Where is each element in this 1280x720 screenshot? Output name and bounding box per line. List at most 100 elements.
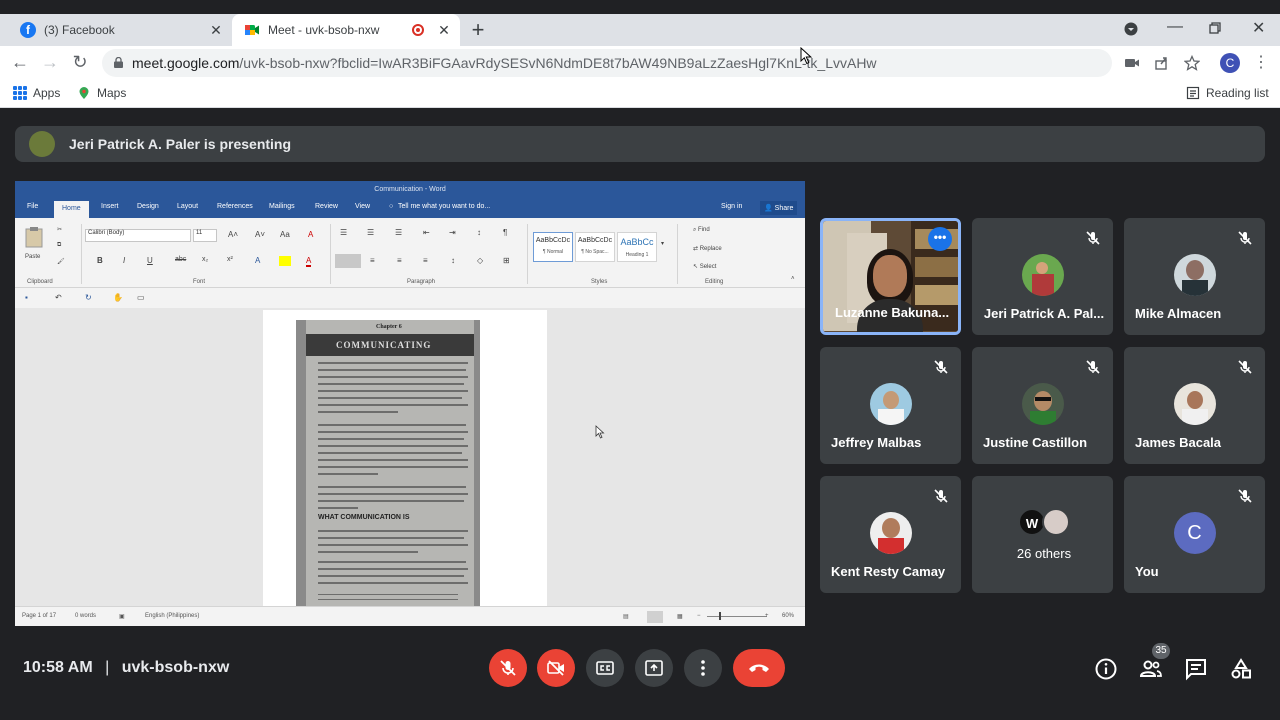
- more-menu-icon[interactable]: ⋮: [1249, 52, 1273, 72]
- close-window-icon[interactable]: ✕: [1252, 18, 1265, 38]
- shrink-font-icon[interactable]: A˅: [255, 230, 265, 239]
- undo-icon[interactable]: ↶: [55, 293, 62, 302]
- cut-icon[interactable]: ✂: [57, 226, 62, 233]
- align-center-icon[interactable]: ≡: [370, 256, 375, 265]
- zoom-out-icon[interactable]: −: [697, 613, 701, 619]
- paste-clipboard-icon[interactable]: [25, 226, 43, 248]
- word-tab-design[interactable]: Design: [137, 203, 159, 210]
- participant-tile-jeffrey[interactable]: Jeffrey Malbas: [820, 347, 961, 464]
- status-page[interactable]: Page 1 of 17: [22, 613, 56, 619]
- clear-format-icon[interactable]: A: [308, 230, 313, 239]
- word-tab-view[interactable]: View: [355, 203, 370, 210]
- grow-font-icon[interactable]: A˄: [228, 230, 238, 239]
- style-heading-1[interactable]: AaBbCc Heading 1: [617, 232, 657, 262]
- word-tab-home[interactable]: Home: [54, 201, 89, 218]
- reload-icon[interactable]: ↻: [68, 52, 92, 73]
- justify-icon[interactable]: ≡: [423, 256, 428, 265]
- bullets-icon[interactable]: ☰: [340, 228, 347, 237]
- minimize-icon[interactable]: —: [1167, 18, 1183, 36]
- restore-icon[interactable]: [1209, 22, 1221, 34]
- reading-list-button[interactable]: Reading list: [1186, 86, 1269, 100]
- replace-button[interactable]: ⇄ Replace: [693, 245, 722, 252]
- word-tab-file[interactable]: File: [27, 203, 38, 210]
- save-icon[interactable]: ▪: [25, 293, 28, 302]
- camera-toggle-button[interactable]: [537, 649, 575, 687]
- word-tell-me[interactable]: Tell me what you want to do...: [398, 203, 490, 210]
- style-no-spacing[interactable]: AaBbCcDc ¶ No Spac...: [575, 232, 615, 262]
- word-tab-mailings[interactable]: Mailings: [269, 203, 295, 210]
- touch-mode-icon[interactable]: ✋: [113, 293, 123, 302]
- more-options-button[interactable]: [684, 649, 722, 687]
- find-button[interactable]: ⌕ Find: [693, 227, 710, 234]
- participant-options-icon[interactable]: •••: [928, 227, 952, 251]
- forward-arrow-icon[interactable]: →: [38, 52, 62, 73]
- zoom-slider[interactable]: [707, 616, 767, 617]
- redo-icon[interactable]: ↻: [85, 293, 92, 302]
- subscript-icon[interactable]: x₂: [202, 256, 208, 263]
- participant-tile-mike[interactable]: Mike Almacen: [1124, 218, 1265, 335]
- multilevel-list-icon[interactable]: ☰: [395, 228, 402, 237]
- word-tell-me-icon[interactable]: ○: [389, 203, 393, 210]
- participant-tile-kent[interactable]: Kent Resty Camay: [820, 476, 961, 593]
- shading-icon[interactable]: ◇: [477, 256, 483, 265]
- align-right-icon[interactable]: ≡: [397, 256, 402, 265]
- word-share-button[interactable]: 👤 Share: [760, 201, 798, 215]
- align-left-icon[interactable]: [335, 254, 361, 268]
- italic-icon[interactable]: I: [123, 256, 125, 265]
- superscript-icon[interactable]: x²: [227, 256, 233, 263]
- read-mode-icon[interactable]: ▤: [623, 613, 629, 620]
- highlight-icon[interactable]: [279, 256, 291, 266]
- participant-tile-luzanne[interactable]: ••• Luzanne Bakuna...: [820, 218, 961, 335]
- style-normal[interactable]: AaBbCcDc ¶ Normal: [533, 232, 573, 262]
- people-icon[interactable]: [1139, 657, 1163, 681]
- customize-qat-icon[interactable]: ▭: [137, 293, 145, 302]
- bold-icon[interactable]: B: [97, 256, 103, 265]
- font-color-icon[interactable]: A: [306, 256, 312, 267]
- print-layout-icon[interactable]: [647, 611, 663, 623]
- line-spacing-icon[interactable]: ↕: [451, 256, 455, 265]
- document-page[interactable]: Chapter 6 COMMUNICATING WHAT COMMUNICATI…: [263, 310, 547, 606]
- word-tab-insert[interactable]: Insert: [101, 203, 119, 210]
- chat-icon[interactable]: [1184, 657, 1208, 681]
- bookmark-star-icon[interactable]: [1184, 55, 1200, 71]
- shared-screen[interactable]: Communication - Word File Home Insert De…: [15, 181, 805, 626]
- underline-icon[interactable]: U: [147, 256, 153, 265]
- tab-meet[interactable]: Meet - uvk-bsob-nxw ✕: [232, 14, 460, 46]
- participant-tile-others[interactable]: W 26 others: [972, 476, 1113, 593]
- zoom-slider-thumb[interactable]: [719, 612, 721, 620]
- font-size-box[interactable]: 11: [193, 229, 217, 242]
- word-tab-references[interactable]: References: [217, 203, 253, 210]
- word-document-area[interactable]: Chapter 6 COMMUNICATING WHAT COMMUNICATI…: [15, 308, 805, 606]
- participant-tile-you[interactable]: C You: [1124, 476, 1265, 593]
- back-arrow-icon[interactable]: ←: [8, 52, 32, 73]
- zoom-level[interactable]: 60%: [782, 613, 794, 619]
- select-button[interactable]: ↖ Select: [693, 263, 716, 270]
- format-painter-icon[interactable]: 🖌: [57, 258, 65, 265]
- styles-more-icon[interactable]: ▾: [661, 240, 664, 247]
- tab-search-icon[interactable]: [1124, 22, 1138, 36]
- change-case-icon[interactable]: Aa: [280, 230, 290, 239]
- word-sign-in[interactable]: Sign in: [721, 203, 742, 210]
- sort-icon[interactable]: ↕: [477, 228, 481, 237]
- address-bar[interactable]: meet.google.com/uvk-bsob-nxw?fbclid=IwAR…: [102, 49, 1112, 77]
- profile-avatar[interactable]: C: [1220, 53, 1240, 73]
- camera-in-use-icon[interactable]: [1124, 55, 1140, 71]
- participant-tile-jeri[interactable]: Jeri Patrick A. Pal...: [972, 218, 1113, 335]
- share-page-icon[interactable]: [1154, 55, 1170, 71]
- mic-toggle-button[interactable]: [489, 649, 527, 687]
- word-tab-layout[interactable]: Layout: [177, 203, 198, 210]
- borders-icon[interactable]: ⊞: [503, 256, 510, 265]
- paste-label[interactable]: Paste: [25, 254, 40, 260]
- present-now-button[interactable]: [635, 649, 673, 687]
- copy-icon[interactable]: ⧉: [57, 242, 61, 249]
- word-tab-review[interactable]: Review: [315, 203, 338, 210]
- increase-indent-icon[interactable]: ⇥: [449, 228, 456, 237]
- font-name-box[interactable]: Calibri (Body): [85, 229, 191, 242]
- status-language[interactable]: English (Philippines): [145, 613, 199, 619]
- collapse-ribbon-icon[interactable]: ˄: [791, 276, 795, 282]
- show-marks-icon[interactable]: ¶: [503, 228, 507, 237]
- tab-facebook[interactable]: f (3) Facebook ✕: [8, 14, 232, 46]
- text-effects-icon[interactable]: A: [255, 256, 260, 265]
- zoom-in-icon[interactable]: +: [765, 613, 769, 619]
- bookmark-apps[interactable]: Apps: [13, 86, 60, 100]
